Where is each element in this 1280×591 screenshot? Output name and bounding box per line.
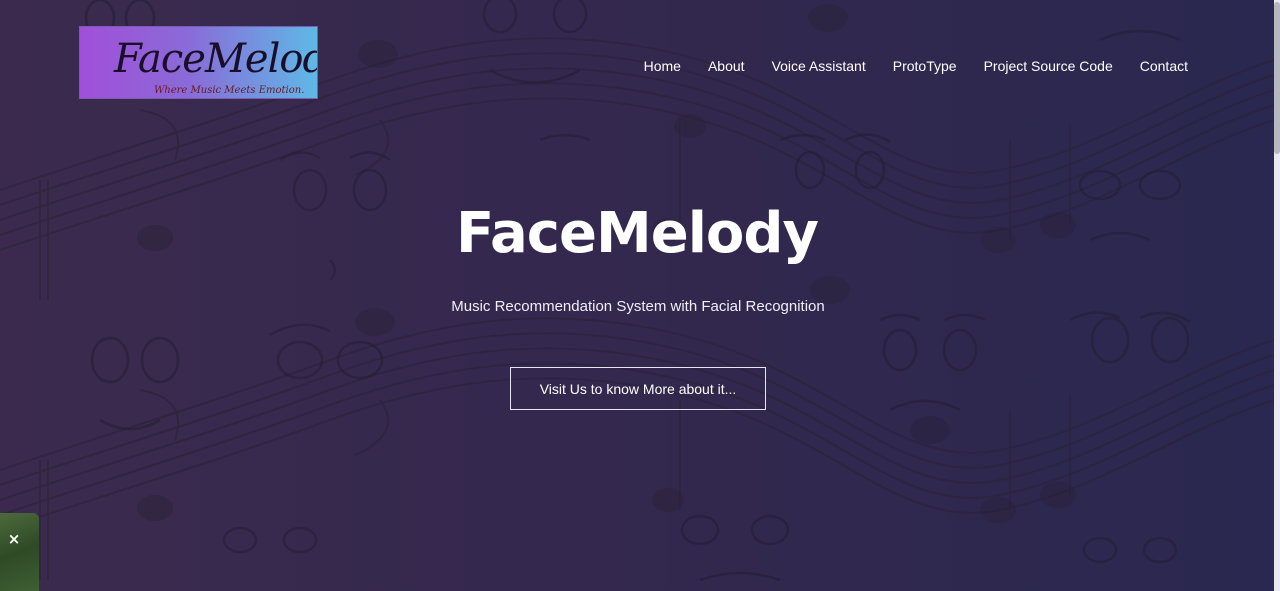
floating-video-thumbnail[interactable]: ×: [0, 513, 39, 591]
nav-link-contact[interactable]: Contact: [1140, 57, 1188, 75]
main-navigation: Home About Voice Assistant ProtoType Pro…: [617, 57, 1188, 75]
hero-title: FaceMelody: [456, 201, 819, 266]
facemelody-logo[interactable]: FaceMelody Where Music Meets Emotion.: [79, 26, 318, 99]
scrollbar-thumb[interactable]: [1274, 2, 1280, 154]
hero-section: FaceMelody Where Music Meets Emotion. Ho…: [0, 0, 1274, 591]
nav-link-about[interactable]: About: [708, 57, 745, 75]
close-icon[interactable]: ×: [6, 531, 22, 547]
nav-link-voice-assistant[interactable]: Voice Assistant: [772, 57, 866, 75]
visit-us-button[interactable]: Visit Us to know More about it...: [510, 367, 766, 410]
nav-link-prototype[interactable]: ProtoType: [893, 57, 957, 75]
logo-title: FaceMelody: [114, 36, 317, 82]
page-scrollbar[interactable]: [1274, 0, 1280, 591]
logo-tagline: Where Music Meets Emotion.: [154, 85, 305, 96]
nav-link-project-source-code[interactable]: Project Source Code: [984, 57, 1113, 75]
nav-link-home[interactable]: Home: [644, 57, 681, 75]
hero-subtitle: Music Recommendation System with Facial …: [451, 298, 825, 315]
